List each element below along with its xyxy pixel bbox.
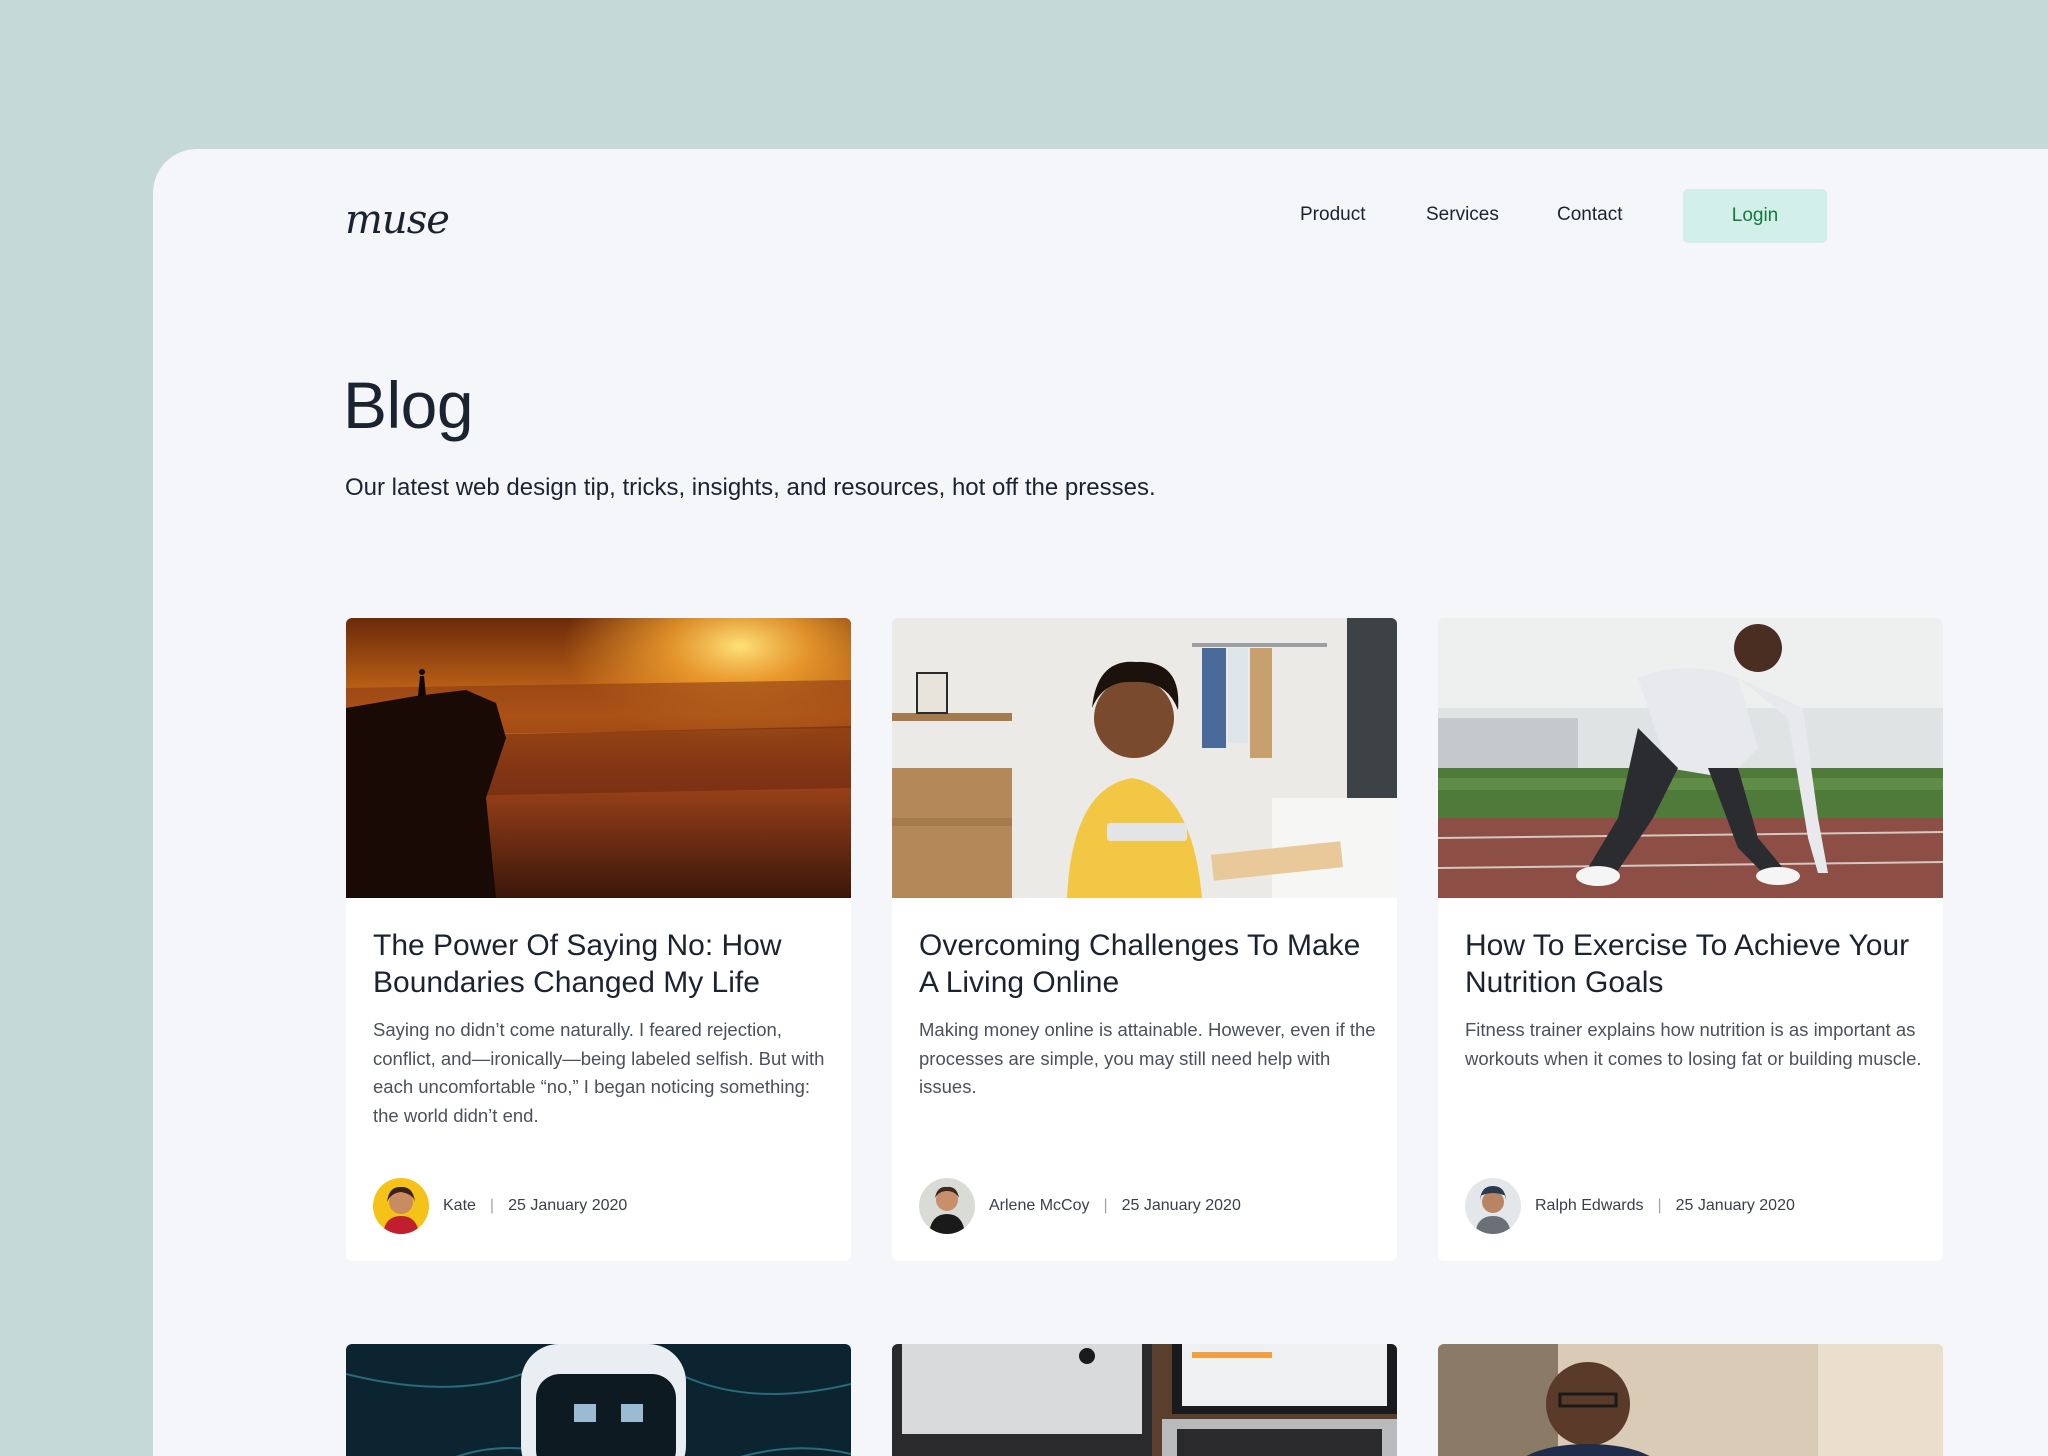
page-subtitle: Our latest web design tip, tricks, insig… [345, 474, 1156, 501]
post-title[interactable]: Overcoming Challenges To Make A Living O… [919, 927, 1377, 1001]
robot-photo[interactable] [346, 1344, 851, 1456]
author-name: Ralph Edwards [1535, 1197, 1644, 1214]
divider: | [1103, 1197, 1108, 1214]
post-excerpt: Saying no didn’t come naturally. I feare… [373, 1019, 825, 1126]
post-excerpt: Fitness trainer explains how nutrition i… [1465, 1019, 1922, 1069]
sprinter-start-photo[interactable] [1438, 618, 1943, 898]
desk-computers-photo[interactable] [892, 1344, 1397, 1456]
post-meta: Arlene McCoy | 25 January 2020 [919, 1178, 1241, 1234]
post-title[interactable]: How To Exercise To Achieve Your Nutritio… [1465, 927, 1923, 1001]
man-with-glasses-photo[interactable] [1438, 1344, 1943, 1456]
divider: | [1657, 1197, 1662, 1214]
avatar [1465, 1178, 1521, 1234]
avatar [919, 1178, 975, 1234]
avatar [373, 1178, 429, 1234]
post-meta: Ralph Edwards | 25 January 2020 [1465, 1178, 1795, 1234]
nav-product[interactable]: Product [1300, 204, 1365, 226]
sunset-cliff-photo[interactable] [346, 618, 851, 898]
login-button[interactable]: Login [1683, 189, 1827, 243]
nav-contact[interactable]: Contact [1557, 204, 1622, 226]
nav-services[interactable]: Services [1426, 204, 1499, 226]
post-date: 25 January 2020 [508, 1197, 628, 1214]
post-title[interactable]: The Power Of Saying No: How Boundaries C… [373, 927, 831, 1001]
post-meta: Kate | 25 January 2020 [373, 1178, 627, 1234]
blog-card[interactable]: How To Exercise To Achieve Your Nutritio… [1438, 618, 1943, 1261]
author-name: Arlene McCoy [989, 1197, 1090, 1214]
brand-logo[interactable]: muse [345, 197, 450, 243]
blog-card[interactable]: The Power Of Saying No: How Boundaries C… [346, 618, 851, 1261]
divider: | [489, 1197, 495, 1214]
browser-window: muse Product Services Contact Login Blog… [153, 149, 2048, 1456]
post-excerpt: Making money online is attainable. Howev… [919, 1019, 1376, 1097]
author-name: Kate [443, 1197, 476, 1214]
blog-card[interactable]: Overcoming Challenges To Make A Living O… [892, 618, 1397, 1261]
page-title: Blog [343, 368, 474, 442]
teen-with-tablet-photo[interactable] [892, 618, 1397, 898]
post-date: 25 January 2020 [1121, 1197, 1241, 1214]
post-date: 25 January 2020 [1675, 1197, 1795, 1214]
